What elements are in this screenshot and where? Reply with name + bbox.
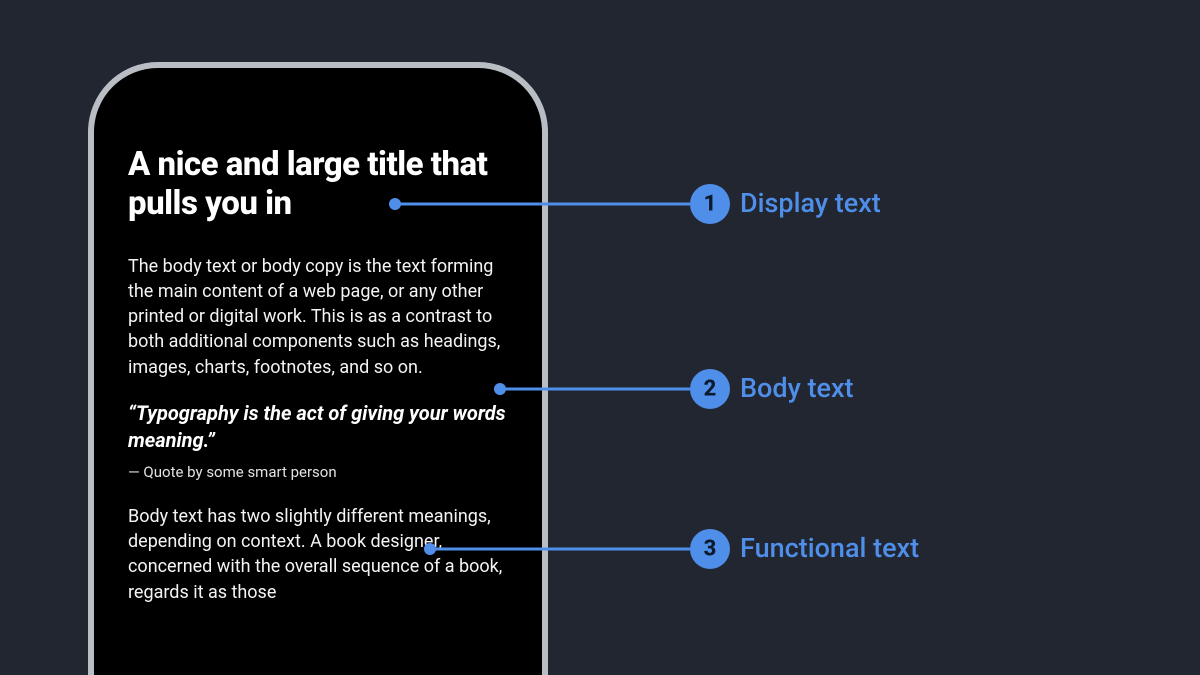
body-paragraph-1: The body text or body copy is the text f… xyxy=(128,254,508,380)
callout-number-1: 1 xyxy=(704,192,717,217)
quote-block: “Typography is the act of giving your wo… xyxy=(128,400,508,482)
display-title: A nice and large title that pulls you in xyxy=(128,146,508,224)
callout-label-body-text: Body text xyxy=(740,375,854,402)
callout-label-functional-text: Functional text xyxy=(740,535,919,562)
callout-number-2: 2 xyxy=(704,377,717,402)
phone-screen: A nice and large title that pulls you in… xyxy=(102,76,534,675)
body-paragraph-2: Body text has two slightly different mea… xyxy=(128,504,508,605)
quote-source: — Quote by some smart person xyxy=(128,462,508,482)
callout-number-3: 3 xyxy=(704,537,717,562)
quote-text: “Typography is the act of giving your wo… xyxy=(128,400,508,454)
phone-notch xyxy=(208,76,428,106)
phone-frame: A nice and large title that pulls you in… xyxy=(88,62,548,675)
screen-content: A nice and large title that pulls you in… xyxy=(128,146,508,625)
callout-label-display-text: Display text xyxy=(740,190,881,217)
